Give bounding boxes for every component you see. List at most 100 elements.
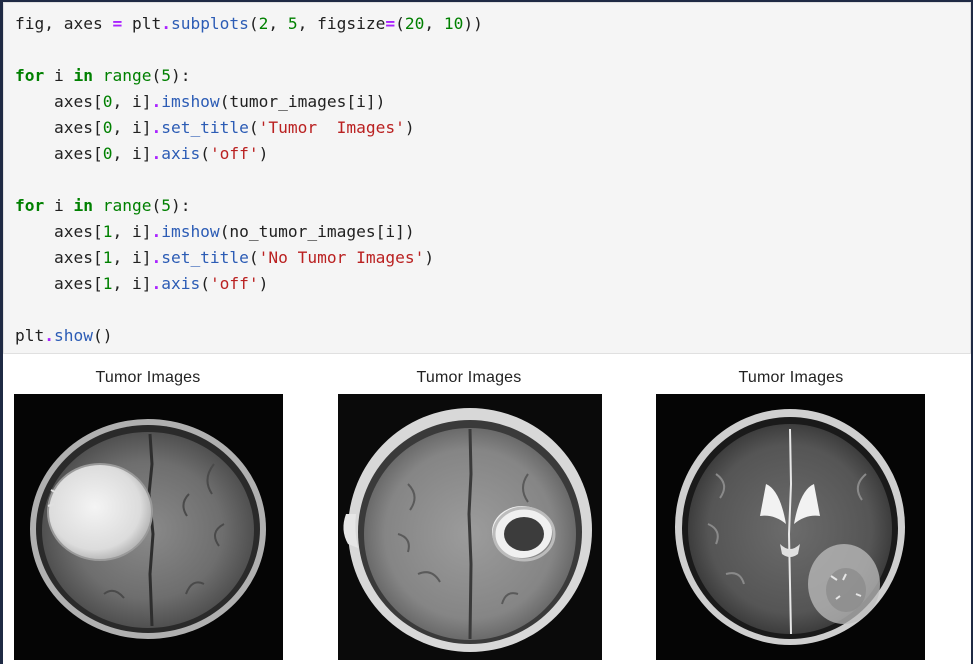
code-token: . <box>161 14 171 33</box>
code-token: plt <box>122 14 162 33</box>
mri-image-2 <box>338 394 602 660</box>
code-line: axes[0, i].axis('off') <box>15 141 483 167</box>
code-token: for <box>15 196 45 215</box>
code-token: ) <box>258 144 269 163</box>
cell-output: Tumor Images Tumor Images Tumor Images <box>3 356 971 664</box>
code-token: subplots <box>170 14 249 33</box>
code-token: in <box>73 196 94 215</box>
code-line: axes[0, i].set_title('Tumor Images') <box>15 115 483 141</box>
code-token: imshow <box>161 222 220 241</box>
code-token: . <box>151 92 162 111</box>
code-token: 0 <box>102 92 113 111</box>
code-token: 2 <box>258 14 269 33</box>
code-editor[interactable]: fig, axes = plt.subplots(2, 5, figsize=(… <box>15 11 483 349</box>
code-token: = <box>112 14 123 33</box>
code-token: imshow <box>161 92 220 111</box>
code-token: ( <box>395 14 405 33</box>
code-token: . <box>151 118 162 137</box>
code-token: ) <box>258 274 269 293</box>
code-token: ): <box>170 196 191 215</box>
code-token: , figsize <box>297 14 386 33</box>
code-token: ) <box>424 248 435 267</box>
code-token: (no_tumor_images[i]) <box>219 222 415 241</box>
code-token: ): <box>170 66 191 85</box>
code-token: 20 <box>404 14 425 33</box>
code-token: 1 <box>102 222 113 241</box>
code-token: , i] <box>112 144 152 163</box>
code-token: range <box>102 196 152 215</box>
code-token: ( <box>151 66 162 85</box>
subplot-title-1: Tumor Images <box>95 369 201 386</box>
code-token: . <box>44 326 54 345</box>
code-line: for i in range(5): <box>15 193 483 219</box>
code-token: , <box>268 14 288 33</box>
code-line: plt.show() <box>15 323 483 349</box>
code-token: axes[ <box>15 222 103 241</box>
code-token: ( <box>248 248 259 267</box>
code-token: , <box>424 14 444 33</box>
code-token: set_title <box>161 248 249 267</box>
code-token: range <box>102 66 152 85</box>
code-token: axes[ <box>15 92 103 111</box>
code-cell[interactable]: fig, axes = plt.subplots(2, 5, figsize=(… <box>3 2 971 354</box>
code-token: (tumor_images[i]) <box>219 92 386 111</box>
code-line: axes[1, i].axis('off') <box>15 271 483 297</box>
code-line: axes[1, i].imshow(no_tumor_images[i]) <box>15 219 483 245</box>
code-token: . <box>151 222 162 241</box>
code-token: axis <box>161 274 201 293</box>
code-token: 10 <box>443 14 464 33</box>
code-token: . <box>151 144 162 163</box>
code-token: , i] <box>112 222 152 241</box>
code-token: ( <box>248 14 259 33</box>
code-token: set_title <box>161 118 249 137</box>
code-token: 'Tumor Images' <box>258 118 405 137</box>
code-token: i <box>44 196 74 215</box>
code-token: plt <box>15 326 45 345</box>
code-token: . <box>151 248 162 267</box>
code-token: axis <box>161 144 201 163</box>
subplot-title-3: Tumor Images <box>738 369 844 386</box>
code-token: ( <box>200 144 210 163</box>
code-token: 1 <box>102 274 113 293</box>
code-token: axes[ <box>15 144 103 163</box>
code-line: axes[1, i].set_title('No Tumor Images') <box>15 245 483 271</box>
code-token: 0 <box>102 144 113 163</box>
code-token: = <box>385 14 396 33</box>
subplot-title-2: Tumor Images <box>416 369 522 386</box>
code-token: )) <box>463 14 483 33</box>
code-token: ( <box>151 196 162 215</box>
code-token: 1 <box>102 248 113 267</box>
code-token: in <box>73 66 94 85</box>
code-token: ( <box>248 118 259 137</box>
code-token: , i] <box>112 248 152 267</box>
code-token: fig, axes <box>15 14 113 33</box>
code-token: axes[ <box>15 248 103 267</box>
code-token: ) <box>404 118 415 137</box>
code-token: 'off' <box>209 274 259 293</box>
code-token: 'off' <box>209 144 259 163</box>
code-token: 5 <box>287 14 298 33</box>
code-token: 5 <box>161 66 171 85</box>
code-token: . <box>151 274 162 293</box>
mri-image-3 <box>656 394 925 660</box>
code-token: , i] <box>112 92 152 111</box>
code-line: for i in range(5): <box>15 63 483 89</box>
code-line: fig, axes = plt.subplots(2, 5, figsize=(… <box>15 11 483 37</box>
code-token: axes[ <box>15 118 103 137</box>
code-token: show <box>54 326 93 345</box>
notebook-page: fig, axes = plt.subplots(2, 5, figsize=(… <box>0 0 973 664</box>
code-token: , i] <box>112 274 152 293</box>
code-line: axes[0, i].imshow(tumor_images[i]) <box>15 89 483 115</box>
code-token: () <box>92 326 113 345</box>
code-token: axes[ <box>15 274 103 293</box>
code-token: for <box>15 66 45 85</box>
code-token: 'No Tumor Images' <box>258 248 425 267</box>
mri-image-1 <box>14 394 283 660</box>
code-token: i <box>44 66 74 85</box>
code-token: 5 <box>161 196 171 215</box>
